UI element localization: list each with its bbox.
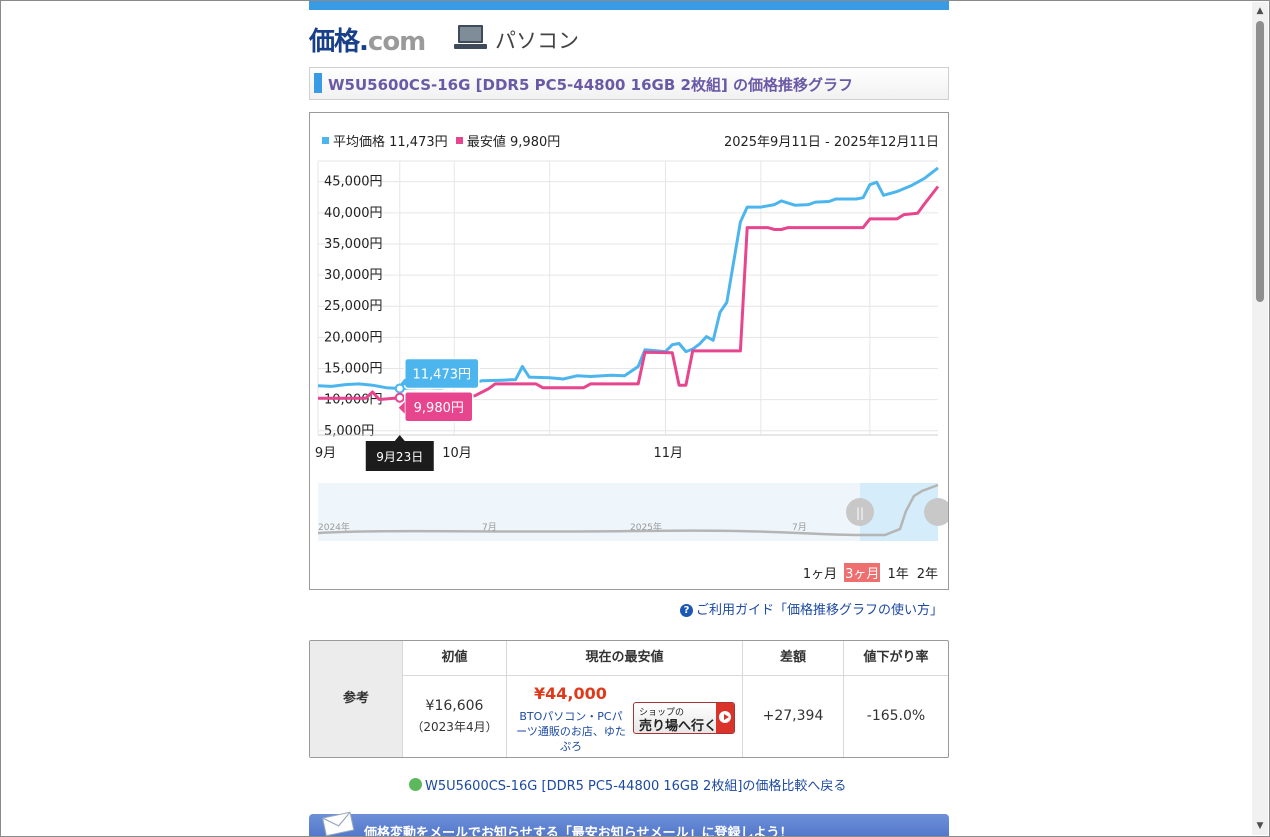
- initial-price-cell: ¥16,606 （2023年4月）: [403, 676, 506, 756]
- back-to-comparison-link[interactable]: W5U5600CS-16G [DDR5 PC5-44800 16GB 2枚組]の…: [409, 775, 846, 794]
- navigator-label: 2025年: [630, 521, 662, 533]
- vertical-scrollbar[interactable]: ▲ ▼: [1252, 2, 1268, 835]
- browser-viewport: 価格.com パソコン W5U5600CS-16G [DDR5 PC5-4480…: [0, 0, 1270, 837]
- y-tick-label: 5,000円: [324, 424, 374, 439]
- current-lowest-price[interactable]: ¥44,000: [534, 684, 607, 703]
- x-tick-label: 11月: [653, 446, 683, 461]
- initial-price: ¥16,606: [425, 698, 484, 714]
- navigator-label: 7月: [792, 522, 807, 533]
- initial-date: （2023年4月）: [411, 720, 498, 734]
- diff-value: +27,394: [762, 708, 824, 724]
- top-accent-bar: [309, 1, 949, 10]
- chart-canvas[interactable]: 5,000円10,000円15,000円20,000円25,000円30,000…: [310, 113, 948, 589]
- avg-point[interactable]: [394, 383, 405, 394]
- shop-button[interactable]: ショップの 売り場へ行く: [633, 702, 735, 734]
- category-label[interactable]: パソコン: [495, 25, 579, 55]
- shop-button-label: 売り場へ行く: [639, 719, 718, 734]
- shop-name-link[interactable]: BTOパソコン・PCパーツ通販のお店、ゆたぷろ: [515, 709, 627, 754]
- y-tick-label: 40,000円: [324, 206, 383, 221]
- page-title-text: W5U5600CS-16G [DDR5 PC5-44800 16GB 2枚組] …: [328, 76, 854, 94]
- kakaku-logo[interactable]: 価格.com: [309, 21, 426, 57]
- range-selector: 1ヶ月 3ヶ月 1年 2年: [796, 563, 939, 582]
- mail-banner-text: 価格変動をメールでお知らせする「最安お知らせメール」に登録しよう！: [364, 826, 793, 837]
- min-point[interactable]: [394, 392, 405, 403]
- navigator-label: 2024年: [318, 521, 350, 533]
- play-arrow-icon: [716, 703, 734, 733]
- y-tick-label: 30,000円: [324, 268, 383, 283]
- range-button-3[interactable]: 2年: [916, 563, 939, 582]
- guide-link[interactable]: ? ご利用ガイド「価格推移グラフの使い方」: [679, 599, 943, 618]
- mail-alert-banner[interactable]: 価格変動をメールでお知らせする「最安お知らせメール」に登録しよう！: [309, 811, 949, 837]
- scroll-down-icon[interactable]: ▼: [1252, 818, 1268, 834]
- laptop-icon: [454, 25, 487, 49]
- range-button-0[interactable]: 1ヶ月: [802, 563, 838, 582]
- header-drop-rate: 値下がり率: [844, 641, 948, 676]
- range-button-2[interactable]: 1年: [886, 563, 909, 582]
- min-tooltip-text: 9,980円: [414, 401, 464, 416]
- reference-label: 参考: [310, 641, 402, 757]
- y-tick-label: 25,000円: [324, 299, 383, 314]
- header-initial: 初値: [403, 641, 506, 676]
- title-marker: [314, 73, 322, 93]
- drop-rate-value: -165.0%: [866, 708, 926, 724]
- reference-table: 参考 初値 現在の最安値 差額 値下がり率 ¥16,606 （2023年4月） …: [309, 640, 949, 758]
- current-lowest-cell: ¥44,000 BTOパソコン・PCパーツ通販のお店、ゆたぷろ ショップの 売り…: [507, 676, 742, 756]
- diff-cell: +27,394: [743, 676, 843, 756]
- page-title: W5U5600CS-16G [DDR5 PC5-44800 16GB 2枚組] …: [309, 67, 949, 100]
- date-tooltip-text: 9月23日: [376, 450, 423, 464]
- scrollbar-thumb[interactable]: [1256, 21, 1264, 302]
- envelope-icon: [322, 811, 355, 836]
- price-chart: 平均価格 11,473円 最安値 9,980円 2025年9月11日 - 202…: [309, 112, 949, 590]
- y-tick-label: 20,000円: [324, 330, 383, 345]
- header-current-lowest: 現在の最安値: [507, 641, 742, 676]
- back-arrow-icon: [409, 778, 422, 791]
- avg-price-line[interactable]: [317, 166, 939, 390]
- scroll-up-icon[interactable]: ▲: [1252, 3, 1268, 19]
- x-tick-label: 10月: [442, 446, 472, 461]
- x-tick-label: 9月: [315, 446, 336, 461]
- range-button-1[interactable]: 3ヶ月: [844, 563, 881, 582]
- drop-rate-cell: -165.0%: [844, 676, 948, 756]
- avg-tooltip-text: 11,473円: [413, 367, 472, 382]
- navigator-handle-left-grip: ||: [856, 506, 864, 520]
- help-icon: ?: [679, 604, 693, 617]
- y-tick-label: 35,000円: [324, 237, 383, 252]
- header-diff: 差額: [743, 641, 843, 676]
- navigator-label: 7月: [482, 522, 497, 533]
- y-tick-label: 15,000円: [324, 362, 383, 377]
- y-tick-label: 45,000円: [324, 175, 383, 190]
